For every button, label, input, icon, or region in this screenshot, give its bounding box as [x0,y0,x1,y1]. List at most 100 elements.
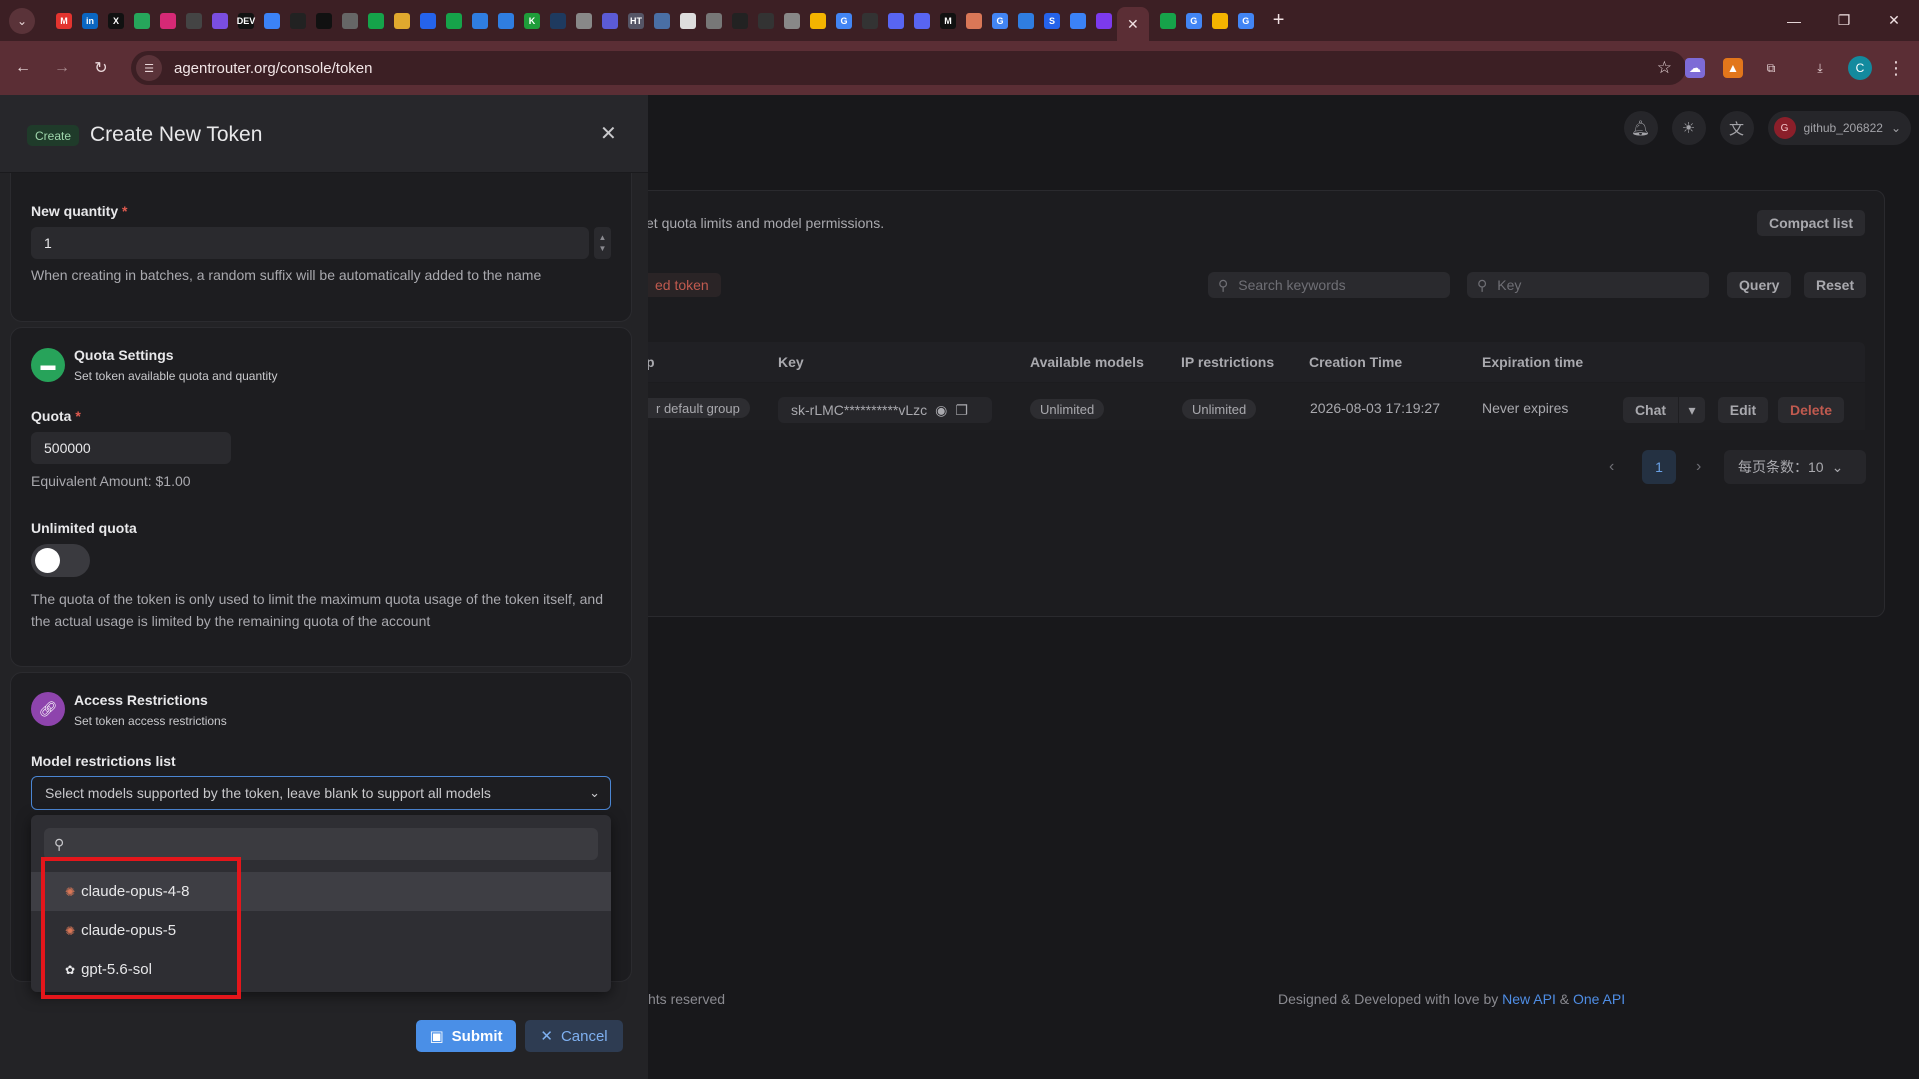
bell-icon[interactable]: 🔔︎ [1623,111,1658,145]
close-icon[interactable]: ✕ [600,121,617,146]
url-text[interactable]: agentrouter.org/console/token [174,60,372,77]
tab-favicon-icon[interactable] [1018,12,1034,29]
new-api-link[interactable]: New API [1502,991,1556,1007]
tab-favicon-icon[interactable] [394,12,410,29]
extensions-puzzle-icon[interactable]: ⧉ [1761,58,1781,78]
tab-favicon-icon[interactable]: DEV [237,12,255,29]
tab-favicon-icon[interactable] [810,12,826,29]
tab-favicon-icon[interactable] [1096,12,1112,29]
theme-sun-icon[interactable]: ☀ [1671,111,1706,145]
chat-button[interactable]: Chat [1623,397,1678,423]
close-tab-icon[interactable]: ✕ [1127,16,1139,33]
tab-favicon-icon[interactable] [1211,12,1228,29]
tab-favicon-icon[interactable] [888,12,904,29]
tab-favicon-icon[interactable] [914,12,930,29]
tab-favicon-icon[interactable]: G [1237,12,1254,29]
tab-favicon-icon[interactable] [602,12,618,29]
tab-favicon-icon[interactable] [758,12,774,29]
tab-favicon-icon[interactable]: G [1185,12,1202,29]
window-close-icon[interactable]: ✕ [1869,0,1919,41]
tab-favicon-icon[interactable] [654,12,670,29]
tab-favicon-icon[interactable]: X [108,12,124,29]
tab-favicon-icon[interactable] [498,12,514,29]
user-menu[interactable]: G github_206822 ⌄ [1767,111,1911,145]
tab-favicon-icon[interactable] [212,12,228,29]
save-icon: ▣ [429,1028,444,1045]
tab-favicon-icon[interactable] [680,12,696,29]
delete-button[interactable]: Delete [1778,397,1844,423]
restore-icon[interactable]: ❐ [1819,0,1869,41]
model-restrictions-select[interactable]: Select models supported by the token, le… [31,776,611,810]
search-keywords-input[interactable]: ⚲ Search keywords [1208,272,1450,298]
tab-favicon-icon[interactable] [472,12,488,29]
site-info-icon[interactable]: ☰ [136,55,162,81]
tab-favicon-icon[interactable] [342,12,358,29]
prev-page-icon[interactable]: ‹ [1609,458,1614,476]
table-header: p Key Available models IP restrictions C… [640,342,1865,382]
tab-favicon-icon[interactable]: in [82,12,98,29]
extension-cloud-icon[interactable]: ☁ [1685,58,1705,78]
edit-button[interactable]: Edit [1718,397,1768,423]
compact-list-button[interactable]: Compact list [1757,210,1866,236]
query-button[interactable]: Query [1727,272,1792,298]
browser-menu-icon[interactable]: ⋮ [1887,58,1905,79]
tab-favicon-icon[interactable]: HT [628,12,644,29]
tab-favicon-icon[interactable]: M [56,12,72,29]
key-search-input[interactable]: ⚲ Key [1467,272,1709,298]
tab-favicon-icon[interactable] [862,12,878,29]
tab-favicon-icon[interactable] [420,12,436,29]
tab-favicon-icon[interactable] [134,12,150,29]
bookmark-star-icon[interactable]: ☆ [1657,58,1672,78]
tab-favicon-icon[interactable] [290,12,306,29]
new-tab-button[interactable]: + [1273,9,1285,32]
unlimited-quota-toggle[interactable] [31,544,90,577]
back-icon[interactable]: ← [7,52,39,84]
tab-favicon-icon[interactable] [368,12,384,29]
quota-input[interactable]: 500000 [31,432,231,464]
tab-favicon-icon[interactable]: G [992,12,1008,29]
tab-favicon-icon[interactable] [966,12,982,29]
per-page-select[interactable]: 每页条数：10 ⌄ [1724,450,1866,484]
minimize-icon[interactable]: — [1769,0,1819,41]
copy-icon[interactable]: ❐ [955,402,968,419]
reload-icon[interactable]: ↻ [85,52,117,84]
tab-search-chevron-icon[interactable]: ⌄ [9,7,35,34]
tab-favicon-icon[interactable] [706,12,722,29]
tab-favicon-icon[interactable] [316,12,332,29]
translate-icon[interactable]: 文 [1719,111,1754,145]
eye-icon[interactable]: ◉ [935,402,947,419]
forward-icon[interactable]: → [46,52,78,84]
next-page-icon[interactable]: › [1696,458,1701,476]
new-quantity-input[interactable]: 1 [31,227,589,259]
address-bar[interactable]: ☰ agentrouter.org/console/token ☆ [131,51,1686,85]
tab-favicon-icon[interactable] [576,12,592,29]
tab-favicon-icon[interactable]: S [1044,12,1060,29]
tab-favicon-icon[interactable]: K [524,12,540,29]
window-controls: — ❐ ✕ [1769,0,1919,41]
reset-button[interactable]: Reset [1804,272,1867,298]
profile-avatar[interactable]: C [1848,56,1872,80]
tab-favicon-icon[interactable] [1070,12,1086,29]
tab-favicon-icon[interactable] [160,12,176,29]
chat-dropdown-chevron-icon[interactable]: ▾ [1679,397,1705,423]
download-icon[interactable]: ⤓ [1810,58,1830,78]
one-api-link[interactable]: One API [1573,991,1625,1007]
cancel-button[interactable]: ✕ Cancel [525,1020,623,1052]
tab-favicon-icon[interactable] [784,12,800,29]
page-number-1[interactable]: 1 [1642,450,1676,484]
quantity-stepper[interactable]: ▲ ▼ [594,227,611,259]
extension-fox-icon[interactable]: ▲ [1723,58,1743,78]
search-icon: ⚲ [1477,276,1488,293]
tab-favicon-icon[interactable] [186,12,202,29]
tab-favicon-icon[interactable] [550,12,566,29]
active-tab[interactable]: ✕ [1117,7,1149,41]
tab-favicon-icon[interactable]: G [836,12,852,29]
model-search-input[interactable]: ⚲ [44,828,598,860]
tab-favicon-icon[interactable] [732,12,748,29]
tab-favicon-icon[interactable] [1159,12,1176,29]
tab-favicon-icon[interactable]: M [940,12,956,29]
tab-favicon-icon[interactable] [264,12,280,29]
delete-selected-token-button[interactable]: ed token [643,273,721,297]
tab-favicon-icon[interactable] [446,12,462,29]
submit-button[interactable]: ▣ Submit [416,1020,516,1052]
